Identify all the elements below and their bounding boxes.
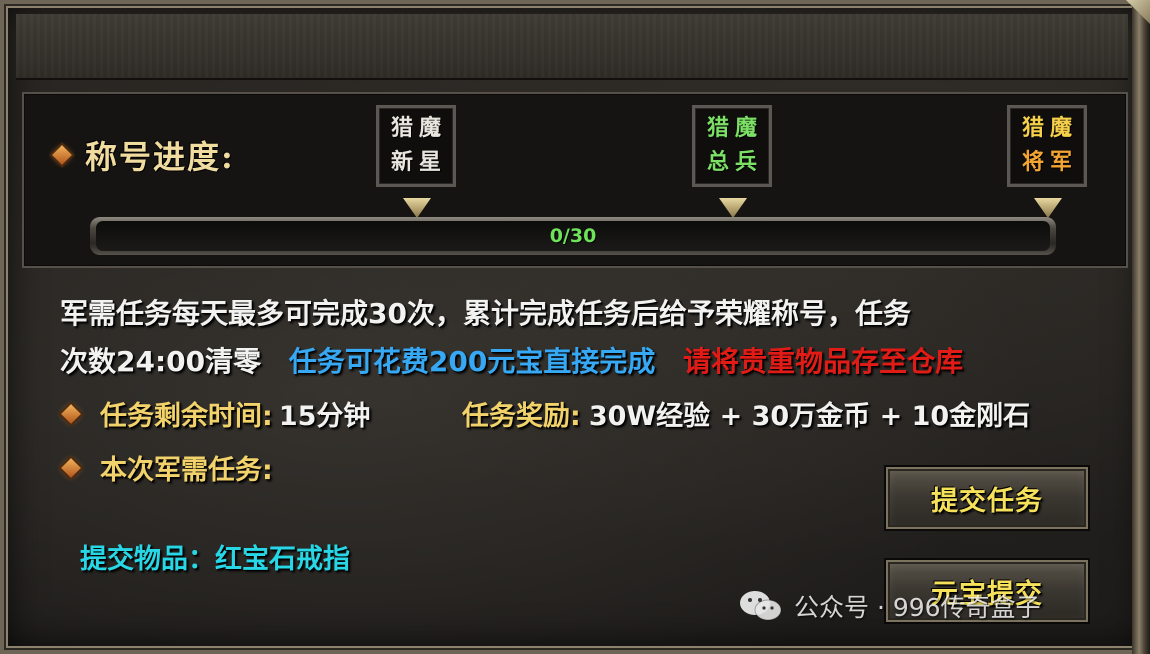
title-rank-2: 猎魔 总兵: [692, 105, 772, 187]
title-rank-3-line2: 将军: [1021, 150, 1078, 175]
remaining-time-label: 任务剩余时间:: [100, 401, 273, 432]
reset-time-text: 次数24:00清零: [60, 345, 262, 378]
title-rank-3-line1: 猎魔: [1021, 116, 1078, 141]
wechat-icon: [738, 588, 784, 624]
window-border: [1132, 0, 1150, 654]
current-task-row: 本次军需任务:: [61, 448, 273, 487]
watermark-text: 公众号 · 996传奇盒子: [794, 593, 1041, 622]
reward-label: 任务奖励:: [462, 401, 581, 432]
diamond-bullet-icon: [61, 457, 81, 478]
storage-warning: 请将贵重物品存至仓库: [683, 345, 964, 378]
remaining-time-value: 15分钟: [278, 401, 371, 432]
ingot-complete-hint: 任务可花费200元宝直接完成: [288, 345, 656, 378]
progress-bar-text: 0/30: [549, 225, 597, 247]
diamond-bullet-icon: [52, 145, 72, 165]
current-task-label: 本次军需任务:: [100, 455, 273, 486]
title-rank-2-line1: 猎魔: [706, 116, 763, 141]
title-rank-1-line2: 新星: [390, 150, 447, 175]
title-rank-1: 猎魔 新星: [376, 105, 456, 187]
progress-label-text: 称号进度:: [85, 138, 235, 176]
reward-value: 30W经验 + 30万金币 + 10金刚石: [588, 401, 1031, 432]
watermark: 公众号 · 996传奇盒子: [738, 588, 1041, 624]
description-line-1: 军需任务每天最多可完成30次，累计完成任务后给予荣耀称号，任务: [60, 297, 911, 330]
title-progress-label: 称号进度:: [52, 132, 235, 178]
task-description: 军需任务每天最多可完成30次，累计完成任务后给予荣耀称号，任务 次数24:00清…: [60, 290, 1100, 386]
diamond-bullet-icon: [61, 403, 81, 424]
progress-bar-track: 0/30: [96, 221, 1050, 251]
task-reward: 任务奖励: 30W经验 + 30万金币 + 10金刚石: [462, 394, 1030, 433]
description-line-2: 次数24:00清零 任务可花费200元宝直接完成 请将贵重物品存至仓库: [60, 338, 1100, 386]
title-rank-2-line2: 总兵: [706, 150, 763, 175]
submit-item-requirement: 提交物品：红宝石戒指: [80, 544, 350, 575]
title-rank-3: 猎魔 将军: [1007, 105, 1087, 187]
remaining-time-row: 任务剩余时间: 15分钟: [61, 394, 371, 433]
title-rank-1-line1: 猎魔: [390, 116, 447, 141]
window-header-band: [16, 14, 1128, 80]
progress-bar: 0/30: [90, 217, 1056, 255]
submit-task-button[interactable]: 提交任务: [884, 465, 1090, 531]
